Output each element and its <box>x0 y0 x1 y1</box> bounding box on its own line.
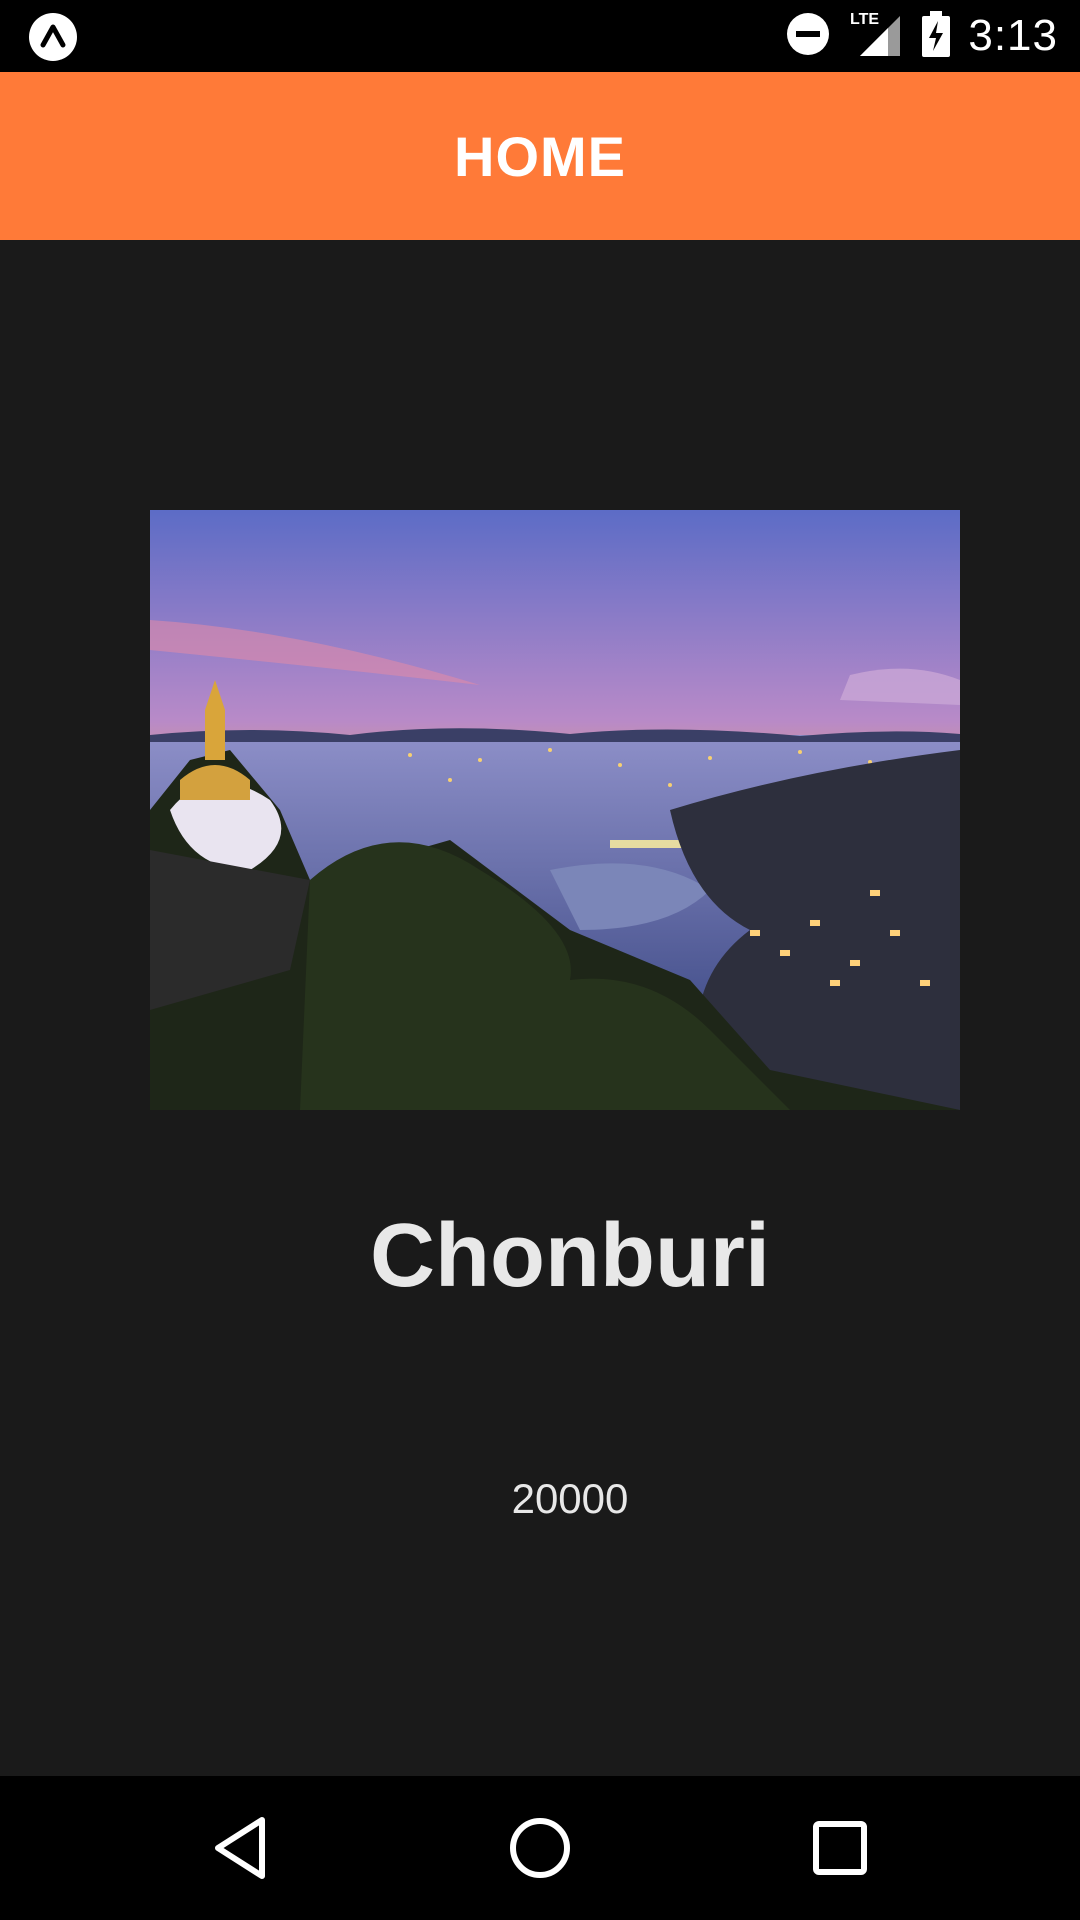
home-button[interactable] <box>490 1798 590 1898</box>
recents-button[interactable] <box>790 1798 890 1898</box>
status-icons: LTE 3:13 <box>786 0 1058 72</box>
app-launcher-icon <box>28 12 78 62</box>
city-name: Chonburi <box>370 1206 770 1306</box>
do-not-disturb-icon <box>786 12 830 61</box>
recents-icon <box>813 1821 867 1875</box>
app-bar: HOME <box>0 72 1080 240</box>
back-button[interactable] <box>190 1798 290 1898</box>
landscape-photo-icon <box>150 510 960 1110</box>
page-title: HOME <box>454 124 626 188</box>
navigation-bar <box>0 1776 1080 1920</box>
signal-icon: LTE <box>848 10 904 63</box>
detail-screen: Chonburi 20000 <box>0 240 1080 1776</box>
postal-code: 20000 <box>511 1475 629 1522</box>
back-icon <box>215 1817 265 1879</box>
clock: 3:13 <box>968 11 1058 60</box>
battery-charging-icon <box>922 10 951 62</box>
status-bar: LTE 3:13 <box>0 0 1080 72</box>
network-type-label: LTE <box>850 11 879 28</box>
home-icon <box>510 1818 570 1878</box>
city-photo <box>150 510 960 1110</box>
